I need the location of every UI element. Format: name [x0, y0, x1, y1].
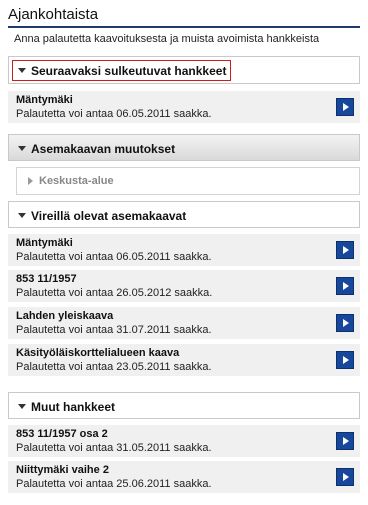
arrow-right-icon [343, 473, 349, 481]
item-feedback: Palautetta voi antaa 06.05.2011 saakka. [16, 108, 212, 120]
go-button[interactable] [336, 241, 354, 259]
arrow-right-icon [343, 437, 349, 445]
section-header-closing[interactable]: Seuraavaksi sulkeutuvat hankkeet [8, 56, 360, 84]
arrow-right-icon [343, 103, 349, 111]
section-label: Seuraavaksi sulkeutuvat hankkeet [31, 64, 227, 78]
section-label: Vireillä olevat asemakaavat [31, 209, 187, 223]
item-feedback: Palautetta voi antaa 31.07.2011 saakka. [16, 324, 212, 336]
go-button[interactable] [336, 432, 354, 450]
go-button[interactable] [336, 351, 354, 369]
item-feedback: Palautetta voi antaa 23.05.2011 saakka. [16, 361, 212, 373]
triangle-down-icon [18, 404, 26, 409]
item-name: Lahden yleiskaava [16, 310, 114, 322]
list-item[interactable]: Mäntymäki Palautetta voi antaa 06.05.201… [8, 91, 360, 123]
page-title: Ajankohtaista [8, 6, 99, 23]
triangle-right-icon [28, 177, 33, 185]
list-item[interactable]: 853 11/1957 Palautetta voi antaa 26.05.2… [8, 270, 360, 302]
item-name: 853 11/1957 [16, 273, 77, 285]
item-feedback: Palautetta voi antaa 06.05.2011 saakka. [16, 251, 212, 263]
list-item[interactable]: Mäntymäki Palautetta voi antaa 06.05.201… [8, 234, 360, 266]
triangle-down-icon [18, 146, 26, 151]
go-button[interactable] [336, 314, 354, 332]
item-feedback: Palautetta voi antaa 25.06.2011 saakka. [16, 478, 212, 490]
item-name: Niittymäki vaihe 2 [16, 464, 109, 476]
arrow-right-icon [343, 356, 349, 364]
title-rule [8, 26, 360, 28]
list-item[interactable]: Käsityöläiskorttelialueen kaava Palautet… [8, 344, 360, 376]
intro-text: Anna palautetta kaavoituksesta ja muista… [14, 33, 320, 45]
list-item[interactable]: 853 11/1957 osa 2 Palautetta voi antaa 3… [8, 425, 360, 457]
list-item[interactable]: Niittymäki vaihe 2 Palautetta voi antaa … [8, 461, 360, 493]
go-button[interactable] [336, 98, 354, 116]
subsection-label: Keskusta-alue [39, 175, 114, 187]
go-button[interactable] [336, 277, 354, 295]
section-label: Muut hankkeet [31, 400, 116, 414]
section-header-changes[interactable]: Asemakaavan muutokset [8, 134, 360, 161]
section-header-pending[interactable]: Vireillä olevat asemakaavat [8, 201, 360, 228]
triangle-down-icon [18, 68, 26, 73]
item-feedback: Palautetta voi antaa 26.05.2012 saakka. [16, 287, 213, 299]
item-name: Käsityöläiskorttelialueen kaava [16, 347, 180, 359]
triangle-down-icon [18, 213, 26, 218]
go-button[interactable] [336, 468, 354, 486]
section-label: Asemakaavan muutokset [31, 142, 176, 156]
arrow-right-icon [343, 282, 349, 290]
section-header-other[interactable]: Muut hankkeet [8, 392, 360, 419]
subsection-keskusta[interactable]: Keskusta-alue [16, 167, 360, 195]
item-feedback: Palautetta voi antaa 31.05.2011 saakka. [16, 442, 212, 454]
item-name: Mäntymäki [16, 237, 73, 249]
arrow-right-icon [343, 319, 349, 327]
list-item[interactable]: Lahden yleiskaava Palautetta voi antaa 3… [8, 307, 360, 339]
item-name: Mäntymäki [16, 94, 73, 106]
item-name: 853 11/1957 osa 2 [16, 428, 108, 440]
arrow-right-icon [343, 246, 349, 254]
